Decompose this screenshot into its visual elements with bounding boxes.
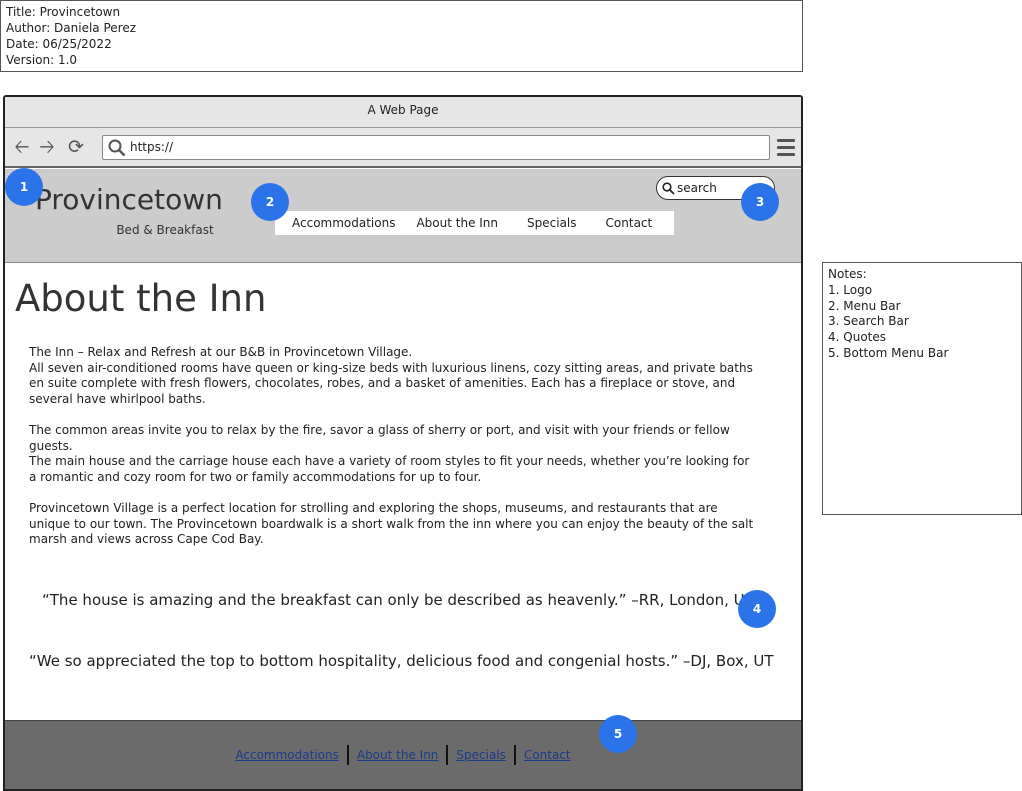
browser-toolbar: 🡠 🡢 ⟳ https:// bbox=[5, 128, 801, 168]
room-styles-paragraph: The main house and the carriage house ea… bbox=[29, 454, 750, 484]
bottom-menu-bar: Accommodations About the Inn Specials Conta… bbox=[5, 720, 801, 789]
intro-line: The Inn – Relax and Refresh at our B&B i… bbox=[29, 345, 413, 359]
footer-link-contact[interactable]: Contact bbox=[516, 748, 579, 762]
search-icon bbox=[108, 139, 126, 157]
notes-panel: Notes: 1. Logo 2. Menu Bar 3. Search Bar… bbox=[822, 262, 1022, 515]
footer-link-specials[interactable]: Specials bbox=[448, 748, 514, 762]
logo-title[interactable]: Provincetown bbox=[35, 183, 285, 216]
forward-arrow-icon[interactable]: 🡢 bbox=[36, 137, 58, 157]
logo-subtitle: Bed & Breakfast bbox=[116, 223, 214, 237]
menu-item-specials[interactable]: Specials bbox=[527, 216, 577, 230]
window-title: A Web Page bbox=[5, 97, 801, 128]
footer-links: Accommodations About the Inn Specials Conta… bbox=[5, 745, 801, 765]
rooms-paragraph: All seven air-conditioned rooms have que… bbox=[29, 360, 753, 406]
hamburger-menu-icon[interactable] bbox=[777, 139, 795, 156]
quote-1: “The house is amazing and the breakfast … bbox=[42, 591, 755, 609]
page-title: About the Inn bbox=[15, 277, 267, 320]
note-item: 4. Quotes bbox=[828, 330, 886, 345]
search-placeholder: search bbox=[677, 181, 717, 195]
footer-link-about-the-inn[interactable]: About the Inn bbox=[349, 748, 447, 762]
back-arrow-icon[interactable]: 🡠 bbox=[11, 137, 33, 157]
notes-heading: Notes: bbox=[828, 267, 867, 281]
menu-item-accommodations[interactable]: Accommodations bbox=[292, 216, 395, 230]
refresh-icon[interactable]: ⟳ bbox=[65, 137, 87, 157]
menu-bar: Accommodations About the Inn Specials Co… bbox=[275, 211, 674, 235]
menu-item-contact[interactable]: Contact bbox=[606, 216, 653, 230]
marker-3: 3 bbox=[741, 183, 779, 221]
note-item: 2. Menu Bar bbox=[828, 298, 901, 313]
marker-5: 5 bbox=[599, 715, 637, 753]
meta-title: Title: Provincetown bbox=[6, 5, 121, 19]
note-item: 3. Search Bar bbox=[828, 314, 909, 329]
meta-date: Date: 06/25/2022 bbox=[6, 37, 112, 51]
url-field[interactable]: https:// bbox=[102, 135, 770, 160]
search-icon bbox=[662, 182, 675, 195]
footer-link-accommodations[interactable]: Accommodations bbox=[227, 748, 346, 762]
meta-author: Author: Daniela Perez bbox=[6, 21, 137, 35]
marker-1: 1 bbox=[5, 168, 43, 206]
browser-window: A Web Page 🡠 🡢 ⟳ https:// Provincetown B… bbox=[3, 95, 803, 791]
note-item: 1. Logo bbox=[828, 282, 873, 297]
village-paragraph: Provincetown Village is a perfect locati… bbox=[29, 501, 754, 547]
intro-paragraph: The Inn – Relax and Refresh at our B&B i… bbox=[29, 345, 759, 407]
url-text: https:// bbox=[130, 140, 174, 154]
quote-2: “We so appreciated the top to bottom hos… bbox=[29, 652, 774, 670]
common-areas-paragraph: The common areas invite you to relax by … bbox=[29, 423, 730, 453]
site-header: Provincetown Bed & Breakfast search Acco… bbox=[5, 169, 801, 263]
marker-2: 2 bbox=[251, 183, 289, 221]
note-item: 5. Bottom Menu Bar bbox=[828, 345, 949, 360]
meta-version: Version: 1.0 bbox=[6, 53, 78, 67]
menu-item-about-the-inn[interactable]: About the Inn bbox=[416, 216, 498, 230]
document-meta: Title: Provincetown Author: Daniela Pere… bbox=[0, 0, 803, 72]
marker-4: 4 bbox=[738, 590, 776, 628]
